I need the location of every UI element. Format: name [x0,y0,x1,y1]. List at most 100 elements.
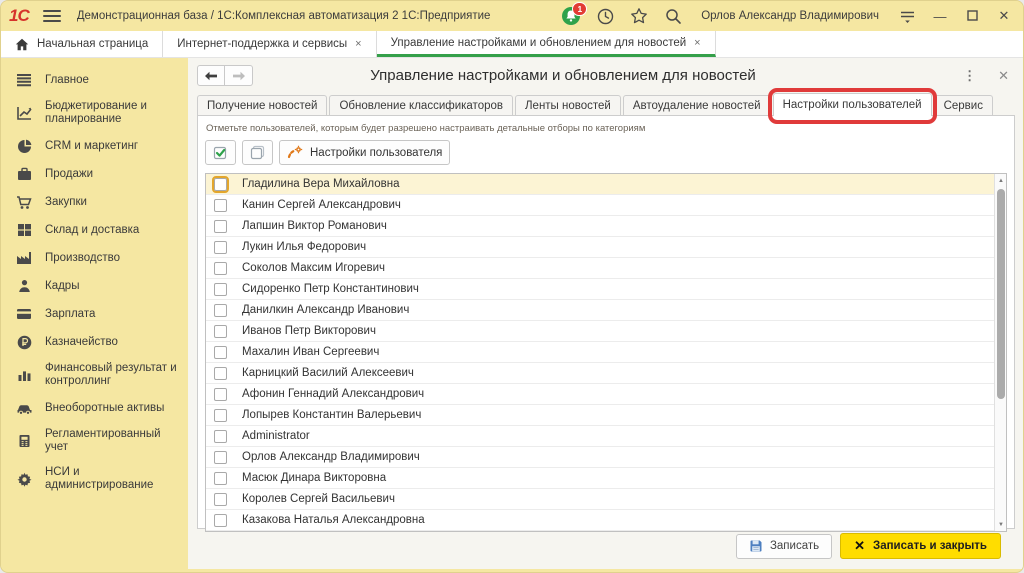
user-checkbox[interactable] [214,220,227,233]
user-checkbox[interactable] [214,472,227,485]
search-icon[interactable] [663,6,683,26]
sidebar-item-2[interactable]: CRM и маркетинг [1,132,188,160]
user-row[interactable]: Гладилина Вера Михайловна [206,174,994,195]
save-label: Записать [770,540,819,552]
user-checkbox[interactable] [214,178,227,191]
tab-home-label: Начальная страница [37,38,148,50]
user-checkbox[interactable] [214,283,227,296]
save-and-close-button[interactable]: ✕ Записать и закрыть [840,533,1001,559]
uncheck-all-button[interactable] [242,140,273,165]
ledger-icon [15,433,33,449]
user-row[interactable]: Масюк Динара Викторовна [206,468,994,489]
user-settings-icon [287,145,303,160]
user-row[interactable]: Сидоренко Петр Константинович [206,279,994,300]
favorites-star-icon[interactable] [629,6,649,26]
nav-back-button[interactable] [197,65,225,86]
form-tab-4[interactable]: Настройки пользователей [773,93,932,116]
main-menu-icon[interactable] [43,10,61,22]
settings-menu-icon[interactable] [897,6,917,26]
maximize-button[interactable] [963,9,981,24]
current-user[interactable]: Орлов Александр Владимирович [701,10,879,22]
user-row[interactable]: Administrator [206,426,994,447]
form-tab-0[interactable]: Получение новостей [197,95,327,115]
tab-close-icon[interactable]: × [355,38,361,50]
scrollbar-thumb[interactable] [997,189,1005,399]
user-row[interactable]: Лапшин Виктор Романович [206,216,994,237]
sidebar-item-11[interactable]: Внеоборотные активы [1,394,188,422]
scroll-down-icon[interactable]: ▼ [995,518,1007,531]
history-icon[interactable] [595,6,615,26]
form-tab-5[interactable]: Сервис [934,95,993,115]
sidebar-item-7[interactable]: Кадры [1,272,188,300]
user-row[interactable]: Афонин Геннадий Александрович [206,384,994,405]
user-checkbox[interactable] [214,409,227,422]
sidebar-item-10[interactable]: Финансовый результат и контроллинг [1,356,188,394]
user-checkbox[interactable] [214,199,227,212]
user-name: Масюк Динара Викторовна [242,472,386,484]
user-row[interactable]: Махалин Иван Сергеевич [206,342,994,363]
user-row[interactable]: Лопырев Константин Валерьевич [206,405,994,426]
more-actions-icon[interactable]: ⋮ [963,68,976,84]
user-checkbox[interactable] [214,514,227,527]
user-checkbox[interactable] [214,388,227,401]
save-close-x-icon: ✕ [854,538,865,554]
gear-icon [15,471,33,487]
notifications-bell-icon[interactable]: 1 [561,6,581,26]
sidebar: Главное Бюджетирование и планирование CR… [1,58,188,569]
menu-lines-icon [15,72,33,88]
user-name: Махалин Иван Сергеевич [242,346,379,358]
sidebar-item-3[interactable]: Продажи [1,160,188,188]
user-checkbox[interactable] [214,430,227,443]
sidebar-item-12[interactable]: Регламентированный учет [1,422,188,460]
user-name: Карницкий Василий Алексеевич [242,367,414,379]
window-tab-1[interactable]: Управление настройками и обновлением для… [377,31,716,57]
form-header: Управление настройками и обновлением для… [188,58,1023,88]
user-checkbox[interactable] [214,493,227,506]
sidebar-item-4[interactable]: Закупки [1,188,188,216]
user-row[interactable]: Орлов Александр Владимирович [206,447,994,468]
close-window-button[interactable]: ✕ [995,8,1013,24]
sidebar-item-8[interactable]: Зарплата [1,300,188,328]
form-tab-1[interactable]: Обновление классификаторов [329,95,513,115]
sidebar-item-6[interactable]: Производство [1,244,188,272]
sidebar-item-5[interactable]: Склад и доставка [1,216,188,244]
window-tab-0[interactable]: Интернет-поддержка и сервисы × [163,31,376,57]
user-checkbox[interactable] [214,262,227,275]
user-settings-button[interactable]: Настройки пользователя [279,140,450,165]
vertical-scrollbar[interactable]: ▲ ▼ [994,174,1006,531]
user-checkbox[interactable] [214,346,227,359]
user-row[interactable]: Данилкин Александр Иванович [206,300,994,321]
tab-close-icon[interactable]: × [694,37,700,49]
user-row[interactable]: Казакова Наталья Александровна [206,510,994,531]
user-checkbox[interactable] [214,367,227,380]
tab-home-page[interactable]: Начальная страница [1,31,163,57]
user-row[interactable]: Королев Сергей Васильевич [206,489,994,510]
user-row[interactable]: Карницкий Василий Алексеевич [206,363,994,384]
user-checkbox[interactable] [214,325,227,338]
save-button[interactable]: Записать [736,534,832,559]
user-checkbox[interactable] [214,241,227,254]
sidebar-item-0[interactable]: Главное [1,66,188,94]
user-row[interactable]: Лукин Илья Федорович [206,237,994,258]
scroll-up-icon[interactable]: ▲ [995,174,1007,187]
minimize-button[interactable]: — [931,9,949,24]
ruble-circle-icon [15,334,33,350]
save-close-label: Записать и закрыть [873,540,987,552]
check-all-button[interactable] [205,140,236,165]
sidebar-item-13[interactable]: НСИ и администрирование [1,460,188,498]
user-name: Канин Сергей Александрович [242,199,401,211]
user-row[interactable]: Иванов Петр Викторович [206,321,994,342]
user-checkbox[interactable] [214,451,227,464]
user-row[interactable]: Соколов Максим Игоревич [206,258,994,279]
nav-forward-button[interactable] [225,65,253,86]
main-area: Управление настройками и обновлением для… [188,58,1023,569]
sidebar-item-1[interactable]: Бюджетирование и планирование [1,94,188,132]
form-tab-2[interactable]: Ленты новостей [515,95,621,115]
user-name: Данилкин Александр Иванович [242,304,409,316]
user-checkbox[interactable] [214,304,227,317]
form-panel: Отметьте пользователей, которым будет ра… [197,115,1015,529]
user-row[interactable]: Канин Сергей Александрович [206,195,994,216]
form-close-icon[interactable]: ✕ [998,68,1009,84]
sidebar-item-9[interactable]: Казначейство [1,328,188,356]
form-tab-3[interactable]: Автоудаление новостей [623,95,771,115]
